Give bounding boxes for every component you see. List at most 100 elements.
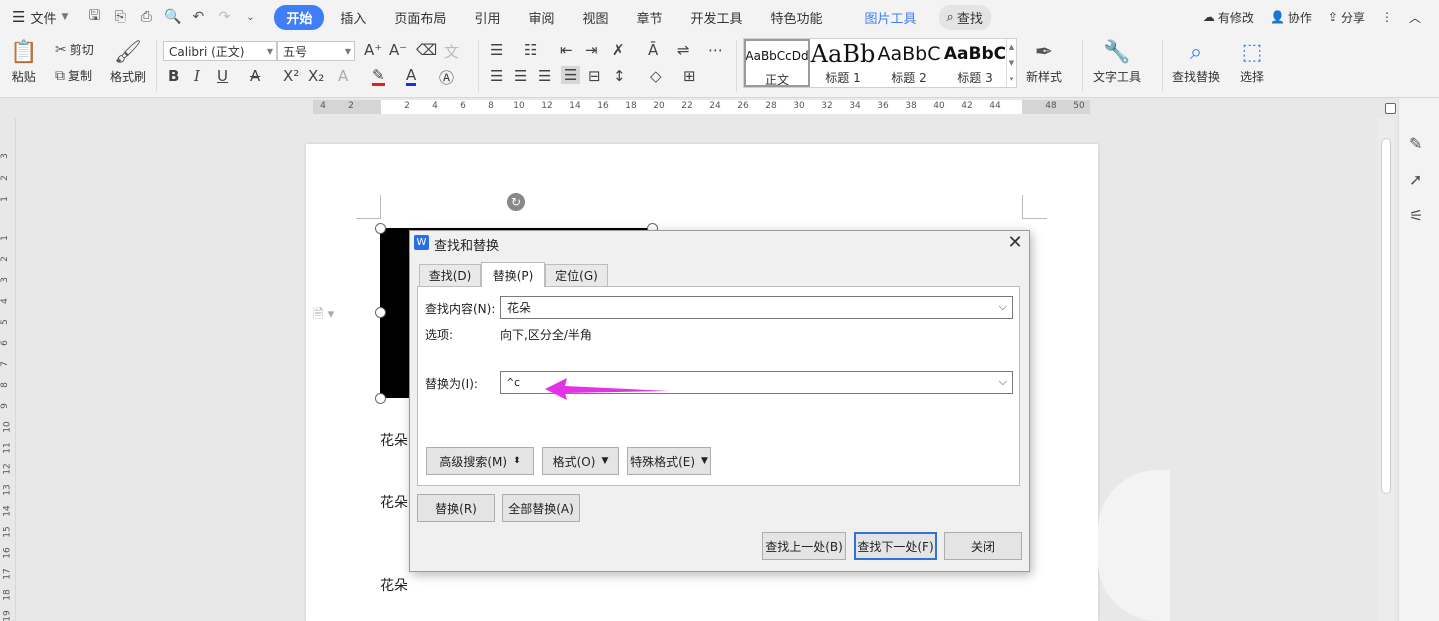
borders-icon[interactable]: ⊞ bbox=[683, 67, 696, 85]
special-format-button[interactable]: 特殊格式(E) ▼ bbox=[627, 447, 711, 475]
distribute-icon[interactable]: ⊟ bbox=[588, 67, 601, 85]
font-size-select[interactable]: 五号 ▼ bbox=[277, 41, 355, 61]
tab-insert[interactable]: 插入 bbox=[328, 5, 378, 30]
vertical-scrollbar[interactable] bbox=[1378, 118, 1394, 621]
select-button[interactable]: ⬚ 选择 bbox=[1240, 38, 1264, 85]
share-button[interactable]: ⇪ 分享 bbox=[1328, 9, 1365, 26]
close-icon[interactable]: ✕ bbox=[1006, 232, 1024, 253]
tab-developer[interactable]: 开发工具 bbox=[679, 5, 755, 30]
advanced-search-button[interactable]: 高级搜索(M) ⬍ bbox=[426, 447, 534, 475]
shading-icon[interactable]: ◇ bbox=[650, 67, 662, 85]
pinyin-icon[interactable]: 文 bbox=[444, 41, 459, 62]
file-menu[interactable]: ☰ 文件 ▼ bbox=[12, 8, 68, 27]
new-style-button[interactable]: ✒ 新样式 bbox=[1026, 38, 1062, 85]
align-center-icon[interactable]: ☰ bbox=[514, 67, 527, 85]
replace-button[interactable]: 替换(R) bbox=[417, 494, 495, 522]
rotate-icon[interactable]: ↻ bbox=[507, 193, 525, 211]
format-painter-button[interactable]: 🖌 格式刷 bbox=[110, 38, 146, 85]
tab-find[interactable]: 查找(D) bbox=[419, 264, 481, 286]
tab-home[interactable]: 开始 bbox=[274, 4, 325, 30]
numbered-list-icon[interactable]: ☷ bbox=[524, 41, 537, 59]
dialog-titlebar[interactable]: W 查找和替换 ✕ bbox=[410, 231, 1029, 256]
style-heading-2[interactable]: AaBbC 标题 2 bbox=[876, 39, 942, 87]
style-gallery-scroll[interactable]: ▲ ▼ ▾ bbox=[1006, 39, 1016, 87]
bullet-list-icon[interactable]: ☰ bbox=[490, 41, 503, 59]
text-direction-icon[interactable]: Ā bbox=[648, 41, 658, 59]
settings-sliders-icon[interactable]: ⚟ bbox=[1409, 206, 1423, 225]
justify-icon[interactable]: ☰ bbox=[561, 66, 581, 84]
vertical-ruler[interactable]: 3 2 1 1 2 3 4 5 6 7 8 9 10 11 12 13 14 1… bbox=[0, 118, 16, 621]
align-right-icon[interactable]: ☰ bbox=[538, 67, 551, 85]
text-effect-icon[interactable]: A bbox=[338, 67, 348, 85]
bold-icon[interactable]: B bbox=[168, 67, 179, 85]
tab-references[interactable]: 引用 bbox=[462, 5, 512, 30]
style-heading-1[interactable]: AaBb 标题 1 bbox=[810, 39, 876, 87]
save-icon[interactable]: 🖫 bbox=[86, 5, 102, 29]
italic-icon[interactable]: I bbox=[194, 67, 200, 85]
document-text[interactable]: 花朵 bbox=[380, 430, 408, 450]
replace-all-button[interactable]: 全部替换(A) bbox=[502, 494, 580, 522]
tab-features[interactable]: 特色功能 bbox=[759, 5, 835, 30]
resize-handle[interactable] bbox=[375, 223, 386, 234]
close-button[interactable]: 关闭 bbox=[944, 532, 1022, 560]
font-color-icon[interactable]: A bbox=[406, 67, 417, 86]
print-preview-icon[interactable]: 🔍 bbox=[164, 9, 181, 25]
sort-icon[interactable]: ⇌ bbox=[677, 41, 690, 59]
chevron-down-icon[interactable]: ⌵ bbox=[999, 300, 1007, 314]
find-replace-button[interactable]: ⌕ 查找替换 bbox=[1172, 38, 1220, 85]
tab-page-layout[interactable]: 页面布局 bbox=[382, 5, 458, 30]
superscript-icon[interactable]: X² bbox=[283, 67, 299, 85]
line-spacing-icon[interactable]: ↕ bbox=[613, 67, 626, 85]
resize-handle[interactable] bbox=[375, 393, 386, 404]
font-name-select[interactable]: Calibri (正文) ▼ bbox=[163, 41, 277, 61]
paragraph-layout-icon[interactable]: 🗎 ▾ bbox=[313, 305, 334, 327]
customize-icon[interactable]: ⌄ bbox=[242, 12, 258, 23]
increase-indent-icon[interactable]: ⇥ bbox=[585, 41, 598, 59]
tab-review[interactable]: 审阅 bbox=[516, 5, 566, 30]
collab-button[interactable]: 👤 协作 bbox=[1270, 9, 1312, 26]
text-tools-button[interactable]: 🔧 文字工具 bbox=[1093, 38, 1141, 85]
more-icon[interactable]: ⋮ bbox=[1381, 10, 1393, 24]
collapse-ribbon-icon[interactable]: ︿ bbox=[1409, 9, 1421, 26]
horizontal-ruler[interactable]: 4 2 2 4 6 8 10 12 14 16 18 20 22 24 26 2… bbox=[0, 98, 1398, 118]
decrease-indent-icon[interactable]: ⇤ bbox=[560, 41, 573, 59]
tab-view[interactable]: 视图 bbox=[570, 5, 620, 30]
tab-picture-tools[interactable]: 图片工具 bbox=[853, 5, 929, 30]
format-button[interactable]: 格式(O) ▼ bbox=[542, 447, 619, 475]
clear-format-icon[interactable]: ⌫ bbox=[416, 41, 437, 59]
undo-icon[interactable]: ↶ bbox=[190, 9, 206, 25]
find-next-button[interactable]: 查找下一处(F) bbox=[854, 532, 937, 560]
grow-font-icon[interactable]: A⁺ bbox=[364, 41, 382, 59]
tab-section[interactable]: 章节 bbox=[624, 5, 674, 30]
split-view-icon[interactable] bbox=[1385, 103, 1396, 114]
search-box[interactable]: ⌕ 查找 bbox=[938, 4, 991, 30]
scrollbar-thumb[interactable] bbox=[1381, 138, 1391, 494]
char-border-icon[interactable]: Ⓐ bbox=[439, 67, 454, 88]
underline-icon[interactable]: U bbox=[217, 67, 228, 85]
document-text[interactable]: 花朵 bbox=[380, 492, 408, 512]
align-left-icon[interactable]: ☰ bbox=[490, 67, 503, 85]
copy-button[interactable]: ⧉ 复制 bbox=[55, 67, 92, 84]
output-icon[interactable]: ⎘ bbox=[112, 9, 128, 25]
pointer-icon[interactable]: ➚ bbox=[1409, 170, 1422, 189]
redo-icon[interactable]: ↷ bbox=[216, 9, 232, 25]
style-heading-3[interactable]: AaBbC 标题 3 bbox=[942, 39, 1008, 87]
tab-goto[interactable]: 定位(G) bbox=[545, 264, 608, 286]
document-text[interactable]: 花朵 bbox=[380, 575, 408, 595]
find-what-input[interactable]: 花朵 ⌵ bbox=[500, 296, 1013, 319]
chinese-layout-icon[interactable]: ✗ bbox=[612, 41, 625, 59]
tab-replace[interactable]: 替换(P) bbox=[481, 262, 545, 287]
chevron-down-icon[interactable]: ⌵ bbox=[999, 375, 1007, 389]
edit-icon[interactable]: ✎ bbox=[1409, 134, 1422, 153]
modified-status[interactable]: ☁ 有修改 bbox=[1203, 9, 1254, 26]
strikethrough-icon[interactable]: A bbox=[250, 67, 260, 85]
show-marks-icon[interactable]: ⋯ bbox=[708, 41, 723, 59]
subscript-icon[interactable]: X₂ bbox=[308, 67, 324, 85]
style-normal[interactable]: AaBbCcDd 正文 bbox=[744, 39, 810, 87]
cut-button[interactable]: ✂ 剪切 bbox=[55, 41, 94, 58]
highlight-icon[interactable]: ✎ bbox=[372, 67, 385, 86]
print-icon[interactable]: ⎙ bbox=[138, 9, 154, 25]
shrink-font-icon[interactable]: A⁻ bbox=[389, 41, 407, 59]
find-previous-button[interactable]: 查找上一处(B) bbox=[762, 532, 846, 560]
paste-button[interactable]: 📋 粘贴 bbox=[10, 38, 37, 85]
